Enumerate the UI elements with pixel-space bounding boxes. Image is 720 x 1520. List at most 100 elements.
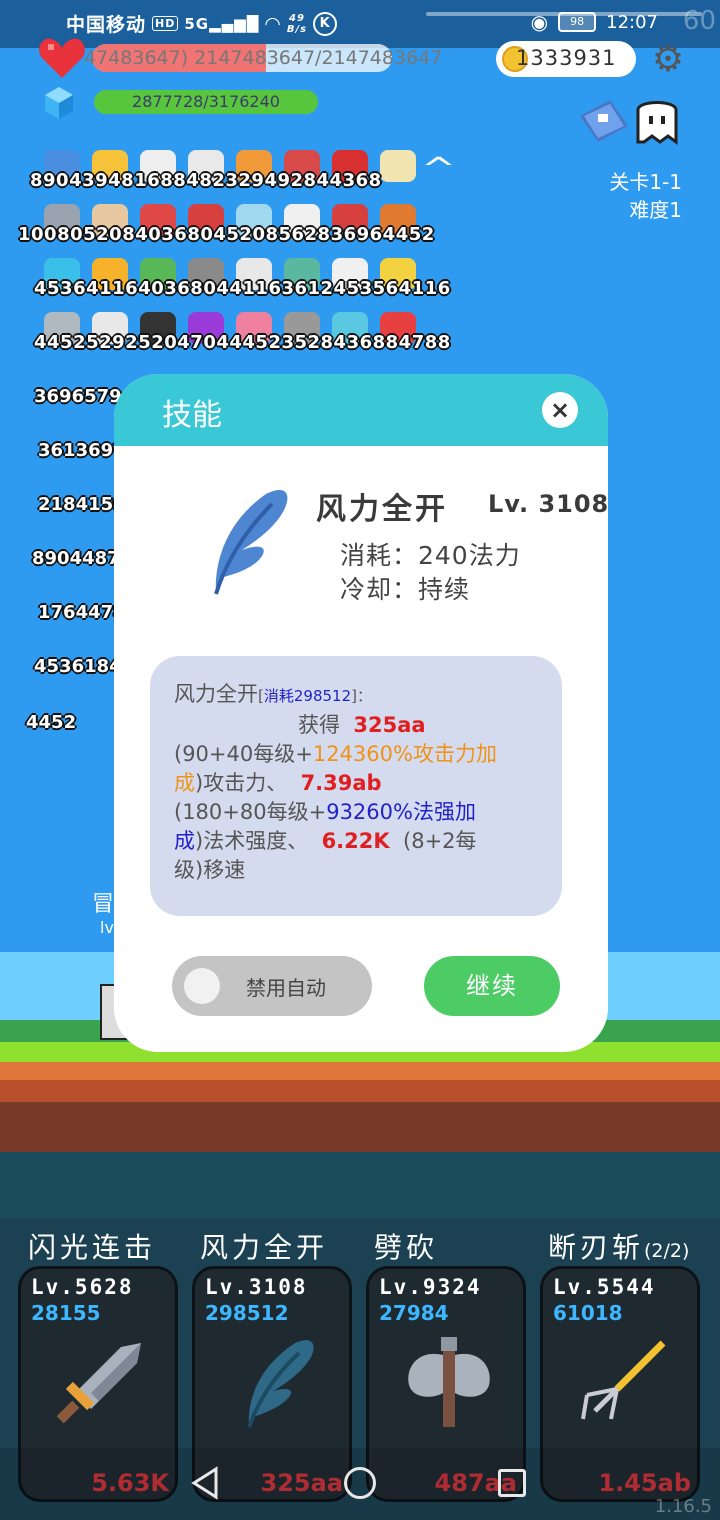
stage-name: 关卡1-1: [609, 170, 682, 194]
mana-gem-icon: [45, 87, 73, 119]
desc-atk-suffix: )攻击力、: [195, 771, 288, 795]
desc-sp-suffix: )法术强度、: [195, 829, 309, 853]
item-icon: [380, 150, 416, 182]
skill-charges: (2/2): [644, 1240, 690, 1262]
signal-icon: 5G▂▄▆█: [184, 14, 260, 33]
battery-indicator: 98: [558, 12, 597, 32]
item-row-counts: 890439481688482329492844368: [30, 170, 382, 191]
scene-dirt-deep: [0, 1102, 720, 1152]
skill-cooldown-line: 冷却：持续: [340, 575, 471, 604]
net-speed-unit: B/s: [286, 23, 308, 35]
difficulty-label: 难度1: [629, 198, 682, 222]
skill-description: 风力全开[消耗298512]： 获得 325aa (90+40每级+124360…: [150, 656, 562, 916]
skill-slot-name: 风力全开: [200, 1226, 328, 1266]
gear-icon[interactable]: ⚙: [648, 40, 688, 80]
feather-icon: [214, 489, 288, 595]
toggle-label: 禁用自动: [246, 976, 326, 1000]
skill-slot-name: 劈砍: [374, 1226, 438, 1266]
continue-button[interactable]: 继续: [424, 956, 560, 1016]
skill-name: 风力全开: [316, 492, 448, 527]
desc-atk-value: 7.39ab: [300, 771, 382, 795]
recent-apps-icon[interactable]: [498, 1469, 526, 1497]
desc-skill-name: 风力全开: [174, 682, 258, 706]
coin-amount: 1333931: [516, 46, 617, 70]
desc-gain-label: 获得: [298, 713, 340, 737]
skill-name-text: 断刃斩: [548, 1231, 645, 1264]
status-right: ◉ 98 12:07: [531, 10, 658, 34]
item-row: 45364116403680441163612453564116: [34, 258, 450, 308]
skill-dialog: 技能 × 风力全开 Lv. 3108 消耗：240法力 冷却：持续 风力全开[消…: [114, 374, 608, 1052]
desc-gain-value: 325aa: [353, 713, 426, 737]
desc-sp-bonus-tail: 成: [174, 829, 195, 853]
skill-name-text: 风力全开: [200, 1231, 329, 1264]
skill-card-cost: 27984: [379, 1301, 449, 1325]
network-type-label: 5G: [184, 14, 210, 33]
version-label: 1.16.5: [654, 1496, 712, 1517]
desc-sp-value: 6.22K: [321, 829, 390, 853]
skill-cost-line: 消耗：240法力: [340, 541, 521, 570]
desc-sp-prefix: (180+80每级+: [174, 800, 327, 824]
item-row-counts: 8904487: [32, 548, 120, 569]
dialog-title: 技能: [162, 398, 222, 433]
stage-info: 关卡1-1 难度1: [609, 168, 682, 224]
skill-card-cost: 61018: [553, 1301, 623, 1325]
item-row-counts: 10080520840368045208562836964452: [18, 224, 435, 245]
stage-flag-icon[interactable]: [576, 96, 632, 144]
trident-icon: [581, 1340, 666, 1420]
status-left: 中国移动 HD 5G▂▄▆█ ◠ 49 B/s K: [66, 10, 338, 37]
item-row-counts: 44525292520470444523528436884788: [34, 332, 451, 353]
hero-name-fragment: 冒: [92, 892, 115, 917]
axe-icon: [408, 1337, 490, 1427]
desc-speed-tail: 级)移速: [174, 858, 246, 882]
hp-text: 47483647) 2147483647/2147483647: [84, 47, 443, 69]
skill-card-level: Lv.5628: [31, 1275, 134, 1299]
feather-icon: [247, 1340, 314, 1428]
hero-level-fragment: lv: [100, 918, 114, 937]
skill-card-cost: 28155: [31, 1301, 101, 1325]
heart-icon: [39, 38, 85, 78]
sword-icon: [56, 1343, 141, 1424]
close-icon[interactable]: ×: [542, 392, 578, 428]
item-row-counts: 3613697: [38, 440, 126, 461]
disable-auto-toggle[interactable]: 禁用自动: [172, 956, 372, 1016]
net-speed: 49 B/s: [287, 13, 307, 35]
desc-atk-bonus-tail: 成: [174, 771, 195, 795]
desc-atk-prefix: (90+40每级+: [174, 742, 313, 766]
item-row: 890439481688482329492844368: [30, 150, 422, 200]
skill-name-text: 闪光连击: [28, 1231, 157, 1264]
desc-atk-bonus: 124360%攻击力加: [312, 742, 497, 766]
skill-card-cost: 298512: [205, 1301, 289, 1325]
item-row-counts: 4536184: [34, 656, 122, 677]
desc-cost-close: ]：: [351, 687, 372, 705]
skill-card-level: Lv.5544: [553, 1275, 656, 1299]
mana-text: 2877728/3176240: [132, 92, 280, 111]
item-row: 10080520840368045208562836964452: [18, 204, 434, 254]
skill-card-level: Lv.3108: [205, 1275, 308, 1299]
item-row-counts: 1764478: [38, 602, 126, 623]
fps-counter: 60: [682, 6, 716, 36]
eye-icon: ◉: [530, 10, 549, 34]
carrier-label: 中国移动: [66, 14, 147, 36]
item-row-counts: 2184159: [38, 494, 126, 515]
ghost-icon[interactable]: [632, 96, 682, 146]
wifi-icon: ◠: [265, 12, 281, 35]
skill-name-text: 劈砍: [374, 1231, 439, 1264]
back-icon[interactable]: [190, 1466, 220, 1500]
skill-card-level: Lv.9324: [379, 1275, 482, 1299]
desc-speed: (8+2每: [403, 829, 477, 853]
skill-slot-name: 闪光连击: [28, 1226, 156, 1266]
net-speed-value: 49: [289, 12, 305, 24]
desc-cost: 消耗298512: [263, 687, 352, 705]
scene-dirt: [0, 1062, 720, 1080]
toggle-knob: [184, 968, 220, 1004]
home-icon[interactable]: [344, 1467, 376, 1499]
item-row-counts: 3696579: [34, 386, 122, 407]
item-row-counts: 4452: [26, 712, 77, 733]
item-row: 44525292520470444523528436884788: [34, 312, 450, 362]
desc-sp-bonus: 93260%法强加: [326, 800, 476, 824]
clock: 12:07: [606, 11, 658, 33]
skill-level: Lv. 3108: [488, 490, 608, 518]
skill-slot-name: 断刃斩(2/2): [548, 1226, 689, 1266]
collapse-chevron-up-icon[interactable]: ^: [421, 152, 456, 187]
hd-badge: HD: [152, 16, 179, 31]
